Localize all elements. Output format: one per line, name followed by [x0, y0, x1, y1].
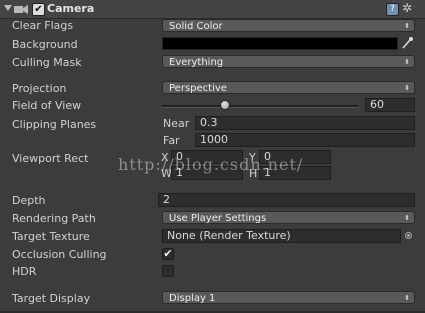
projection-dropdown[interactable]: Perspective ⬍	[162, 81, 415, 94]
viewport-x-label: X	[161, 151, 169, 164]
help-icon[interactable]: ?	[386, 3, 399, 16]
clear-flags-value: Solid Color	[169, 21, 223, 32]
rendering-path-dropdown[interactable]: Use Player Settings ⬍	[162, 211, 415, 224]
object-picker-icon[interactable]	[405, 232, 412, 239]
target-texture-field[interactable]: None (Render Texture)	[162, 229, 401, 243]
foldout-arrow-icon[interactable]	[4, 5, 12, 11]
projection-label: Projection	[12, 82, 67, 95]
viewport-y-field[interactable]: 0	[259, 150, 331, 164]
dropdown-arrow-icon: ⬍	[404, 22, 410, 30]
occlusion-culling-checkbox[interactable]: ✔	[162, 248, 174, 260]
culling-mask-value: Everything	[169, 57, 224, 68]
viewport-h-field[interactable]: 1	[259, 166, 331, 180]
fov-slider-track[interactable]	[162, 105, 358, 108]
fov-value-field[interactable]: 60	[365, 98, 415, 112]
dropdown-arrow-icon: ⬍	[404, 58, 410, 66]
component-title: Camera	[47, 2, 95, 15]
eyedropper-icon[interactable]	[401, 36, 413, 50]
target-display-dropdown[interactable]: Display 1 ⬍	[162, 291, 415, 304]
dropdown-arrow-icon: ⬍	[404, 84, 410, 92]
far-label: Far	[163, 134, 180, 147]
hdr-checkbox[interactable]	[162, 265, 174, 277]
viewport-x-field[interactable]: 0	[171, 150, 243, 164]
target-display-value: Display 1	[169, 293, 216, 304]
culling-mask-label: Culling Mask	[12, 56, 82, 69]
fov-slider-thumb[interactable]	[219, 100, 230, 110]
near-label: Near	[163, 117, 190, 130]
viewport-y-label: Y	[249, 151, 256, 164]
projection-value: Perspective	[169, 83, 227, 94]
field-of-view-label: Field of View	[12, 99, 82, 112]
rendering-path-value: Use Player Settings	[169, 213, 267, 224]
viewport-w-field[interactable]: 1	[171, 166, 243, 180]
target-texture-label: Target Texture	[12, 230, 90, 243]
component-header[interactable]: ✔ Camera ? ✲	[0, 0, 425, 19]
viewport-rect-label: Viewport Rect	[12, 152, 89, 165]
clipping-planes-label: Clipping Planes	[12, 118, 97, 131]
background-label: Background	[12, 38, 78, 51]
clear-flags-dropdown[interactable]: Solid Color ⬍	[162, 19, 415, 32]
target-display-label: Target Display	[12, 292, 91, 305]
dropdown-arrow-icon: ⬍	[404, 294, 410, 302]
component-enabled-checkbox[interactable]: ✔	[32, 3, 45, 16]
gear-icon[interactable]: ✲	[402, 1, 412, 15]
depth-label: Depth	[12, 194, 46, 207]
rendering-path-label: Rendering Path	[12, 212, 96, 225]
viewport-h-label: H	[249, 167, 258, 180]
hdr-label: HDR	[12, 265, 37, 278]
background-color-field[interactable]	[162, 37, 398, 50]
camera-icon	[14, 5, 28, 14]
clear-flags-label: Clear Flags	[12, 19, 74, 32]
depth-field[interactable]: 2	[158, 193, 415, 207]
occlusion-culling-label: Occlusion Culling	[12, 248, 107, 261]
near-field[interactable]: 0.3	[195, 116, 415, 130]
culling-mask-dropdown[interactable]: Everything ⬍	[162, 55, 415, 68]
far-field[interactable]: 1000	[195, 133, 415, 147]
dropdown-arrow-icon: ⬍	[404, 214, 410, 222]
